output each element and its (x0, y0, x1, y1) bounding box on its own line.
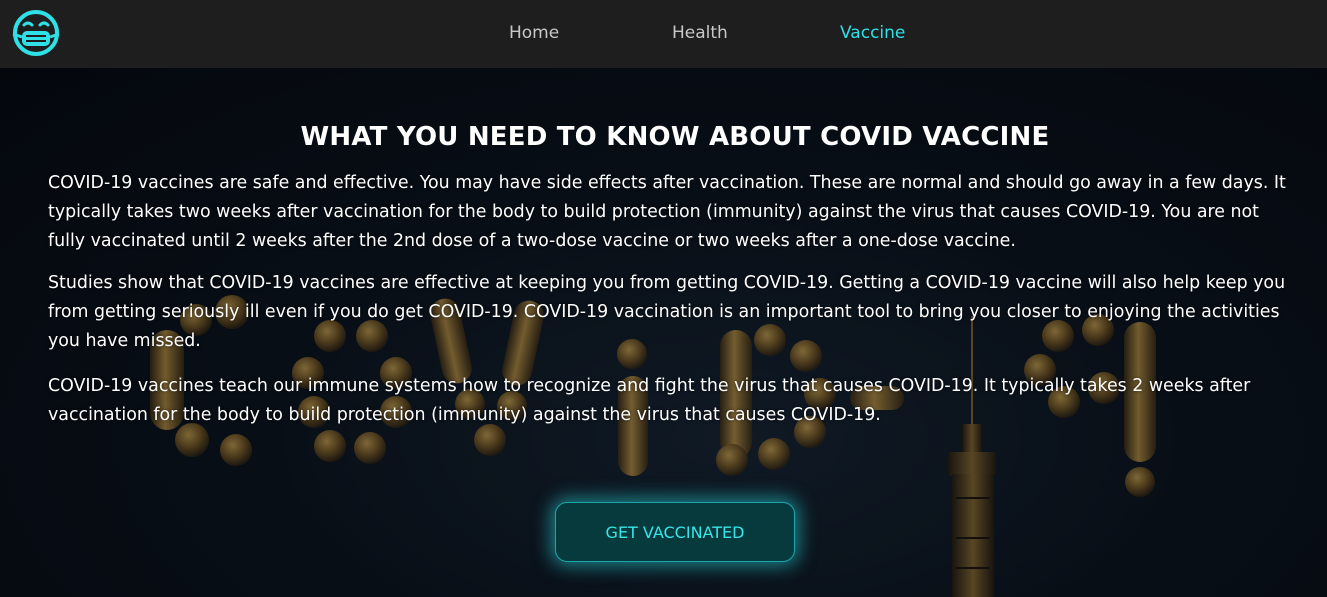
navbar: Home Health Vaccine (0, 0, 1327, 68)
page-title: WHAT YOU NEED TO KNOW ABOUT COVID VACCIN… (300, 122, 1050, 153)
nav-link-health[interactable]: Health (672, 22, 728, 44)
paragraph-immune-response: COVID-19 vaccines teach our immune syste… (48, 376, 1251, 425)
get-vaccinated-button[interactable]: GET VACCINATED (555, 502, 795, 562)
nav-link-home[interactable]: Home (509, 22, 559, 44)
main-content: WHAT YOU NEED TO KNOW ABOUT COVID VACCIN… (0, 68, 1327, 597)
paragraph-vaccine-safety: COVID-19 vaccines are safe and effective… (48, 173, 1286, 251)
paragraph-vaccine-effectiveness: Studies show that COVID-19 vaccines are … (48, 273, 1286, 351)
hero-section: WHAT YOU NEED TO KNOW ABOUT COVID VACCIN… (0, 68, 1327, 597)
face-mask-icon[interactable] (10, 8, 62, 58)
nav-link-vaccine[interactable]: Vaccine (840, 22, 905, 44)
